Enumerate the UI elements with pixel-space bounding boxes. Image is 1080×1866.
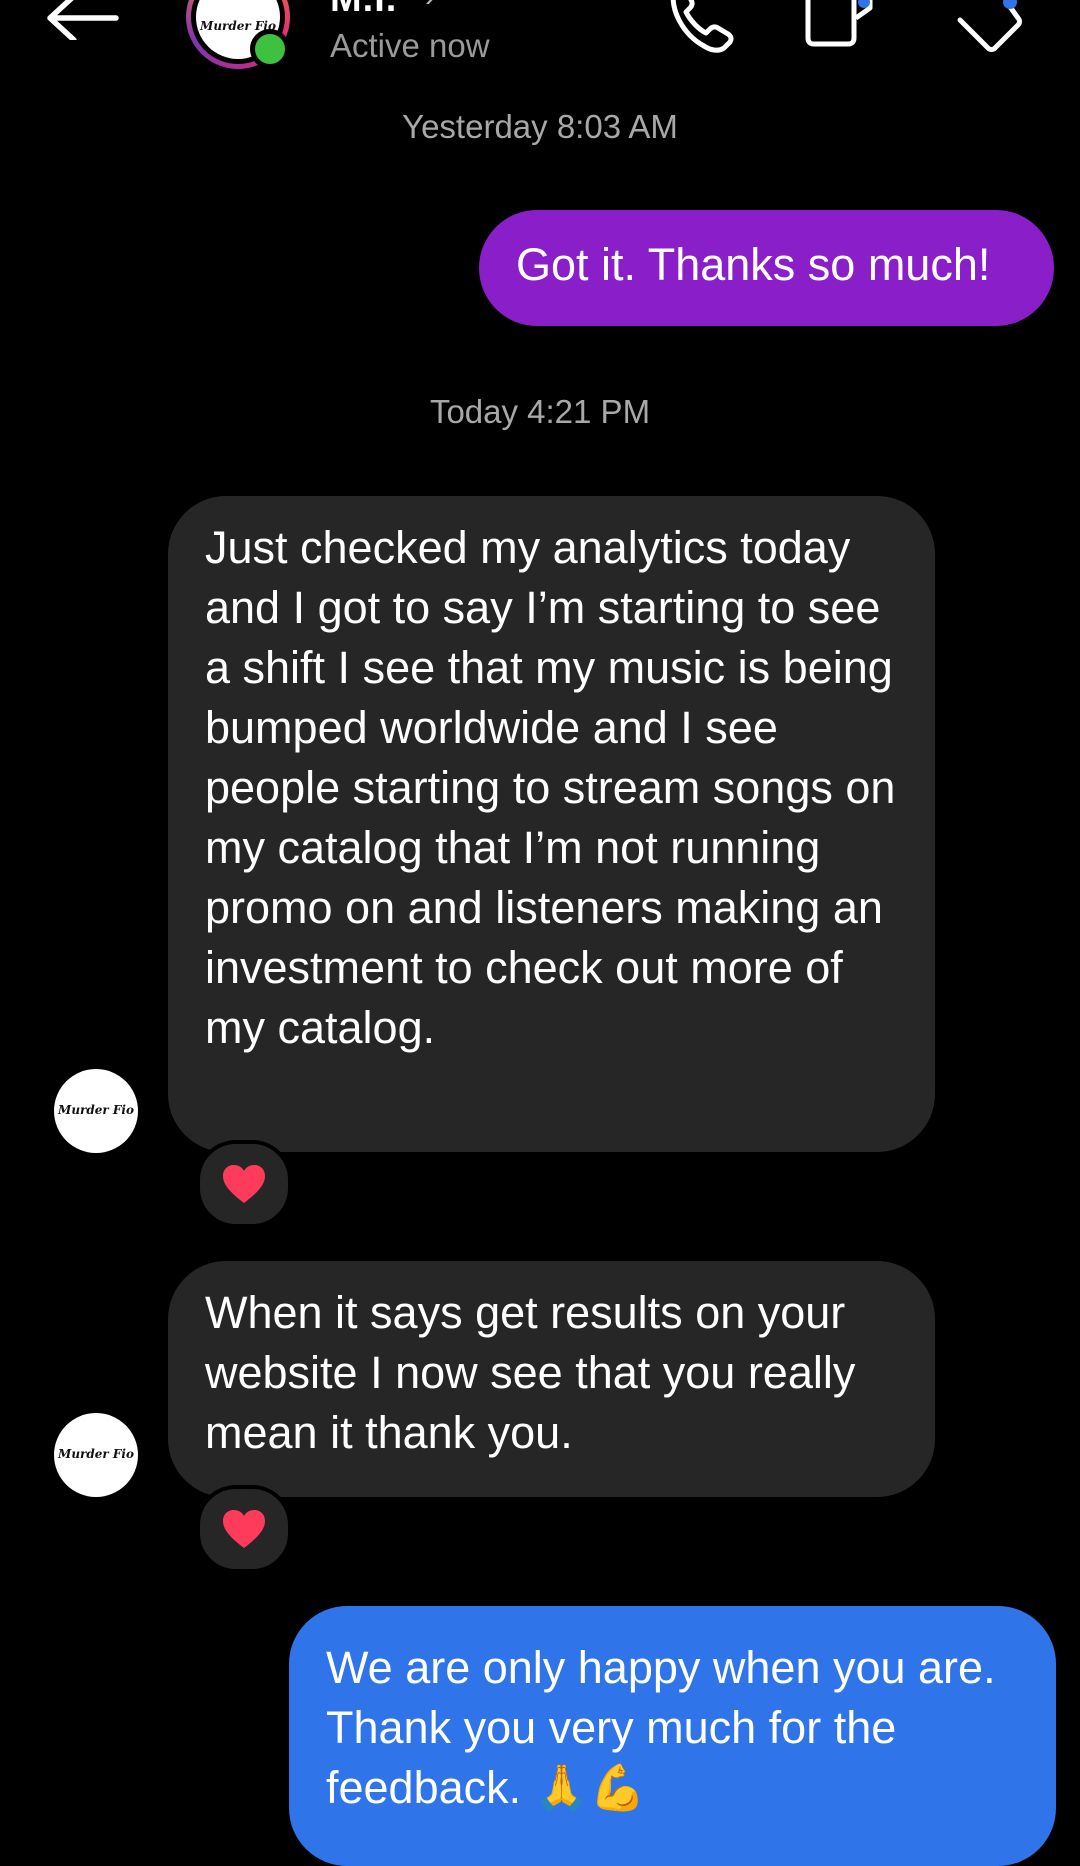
incoming-message[interactable]: Just checked my analytics today and I go… <box>168 496 935 1152</box>
back-button[interactable] <box>42 0 122 43</box>
call-button[interactable] <box>660 0 740 56</box>
timestamp-today: Today 4:21 PM <box>429 393 651 430</box>
heart-icon <box>223 1510 265 1548</box>
sender-avatar-text: Murder Fio <box>58 1447 134 1461</box>
sender-avatar[interactable]: Murder Fio <box>54 1413 138 1497</box>
message-text: Got it. Thanks so much! <box>516 239 991 290</box>
back-arrow-icon <box>47 0 119 43</box>
outgoing-message[interactable]: We are only happy when you are. Thank yo… <box>289 1606 1056 1866</box>
timestamp-yesterday: Yesterday 8:03 AM <box>402 108 678 145</box>
online-status-dot <box>250 29 290 69</box>
phone-icon <box>670 0 734 53</box>
video-camera-icon <box>805 0 873 47</box>
tag-button[interactable] <box>950 0 1030 56</box>
reaction-badge[interactable]: ❤️ <box>196 1140 292 1228</box>
sender-avatar-text: Murder Fio <box>58 1103 134 1117</box>
incoming-message[interactable]: When it says get results on your website… <box>168 1261 935 1497</box>
message-text: Just checked my analytics today and I go… <box>205 522 896 1053</box>
tag-icon <box>957 0 1022 52</box>
video-call-button[interactable] <box>800 0 880 56</box>
heart-icon <box>223 1165 265 1203</box>
chevron-right-icon: › <box>425 0 435 14</box>
message-text: We are only happy when you are. Thank yo… <box>326 1642 996 1813</box>
active-status: Active now <box>330 27 490 64</box>
message-text: When it says get results on your website… <box>205 1287 856 1458</box>
sender-avatar[interactable]: Murder Fio <box>54 1069 138 1153</box>
contact-name[interactable]: M.I. <box>330 0 397 21</box>
outgoing-message[interactable]: Got it. Thanks so much! <box>479 210 1054 326</box>
reaction-badge[interactable]: ❤️ <box>196 1485 292 1573</box>
